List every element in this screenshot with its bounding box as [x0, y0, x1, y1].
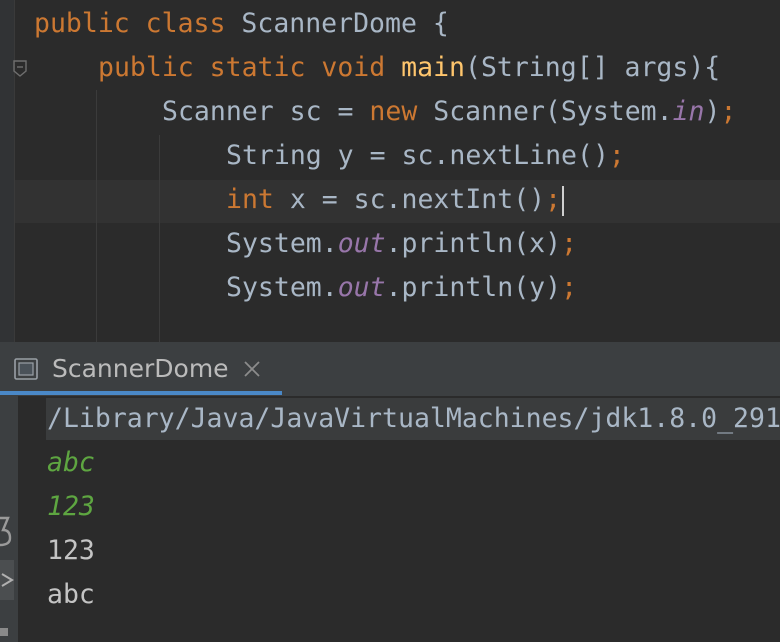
active-tab-indicator [0, 391, 282, 395]
code-text: String y = sc.nextLine() [226, 140, 609, 171]
code-line-6[interactable]: System.out.println(x); [226, 222, 577, 266]
code-line-4[interactable]: String y = sc.nextLine(); [226, 134, 625, 178]
code-text: ) [704, 96, 721, 127]
code-text: Scanner sc = [162, 96, 370, 127]
editor-gutter [0, 0, 14, 342]
code-text: System. [226, 272, 338, 303]
semicolon: ; [561, 272, 578, 303]
console-icon [14, 358, 38, 380]
semicolon: ; [608, 140, 625, 171]
code-text: System. [226, 228, 338, 259]
run-tab-label: ScannerDome [52, 354, 229, 383]
keyword: int [226, 184, 274, 215]
keyword: public class [34, 8, 226, 39]
static-field: out [337, 272, 386, 303]
semicolon: ; [545, 184, 562, 215]
console-input-line: abc [47, 447, 95, 478]
code-text: x = sc.nextInt() [273, 184, 546, 215]
keyword: new [369, 96, 418, 127]
arrow-icon [1, 573, 14, 587]
fold-marker-icon[interactable] [12, 60, 28, 78]
code-line-7[interactable]: System.out.println(y); [226, 266, 577, 310]
indent-guide [159, 135, 160, 342]
code-editor[interactable]: public class ScannerDome { public static… [0, 0, 780, 342]
console-input-line: 123 [47, 491, 95, 522]
run-panel-header: ScannerDome [0, 342, 780, 396]
method-name: main [401, 52, 465, 83]
text-caret [562, 185, 565, 216]
code-text: (String[] args){ [464, 52, 721, 83]
console-command-line[interactable]: /Library/Java/JavaVirtualMachines/jdk1.8… [47, 397, 780, 441]
close-icon[interactable] [241, 358, 263, 380]
code-text: ScannerDome { [225, 8, 449, 39]
code-line-3[interactable]: Scanner sc = new Scanner(System.in); [162, 90, 736, 134]
console-output-line: 123 [47, 535, 95, 566]
rerun-icon[interactable] [0, 514, 12, 548]
gutter-divider [14, 0, 15, 342]
code-line-1[interactable]: public class ScannerDome { [34, 2, 449, 46]
code-text: .println(x) [385, 228, 562, 259]
semicolon: ; [720, 96, 737, 127]
restore-layout-button[interactable] [0, 560, 14, 600]
static-field: in [672, 96, 705, 127]
static-field: out [337, 228, 386, 259]
indent-guide [96, 90, 97, 342]
print-icon[interactable] [0, 622, 10, 642]
keyword: public static void [98, 52, 386, 83]
console-output-line: abc [47, 579, 95, 610]
code-text: .println(y) [385, 272, 562, 303]
code-text: Scanner(System. [417, 96, 673, 127]
semicolon: ; [561, 228, 578, 259]
code-line-2[interactable]: public static void main(String[] args){ [98, 46, 720, 90]
run-tab-scannerdome[interactable]: ScannerDome [0, 342, 282, 396]
code-line-5[interactable]: int x = sc.nextInt(); [226, 178, 565, 222]
